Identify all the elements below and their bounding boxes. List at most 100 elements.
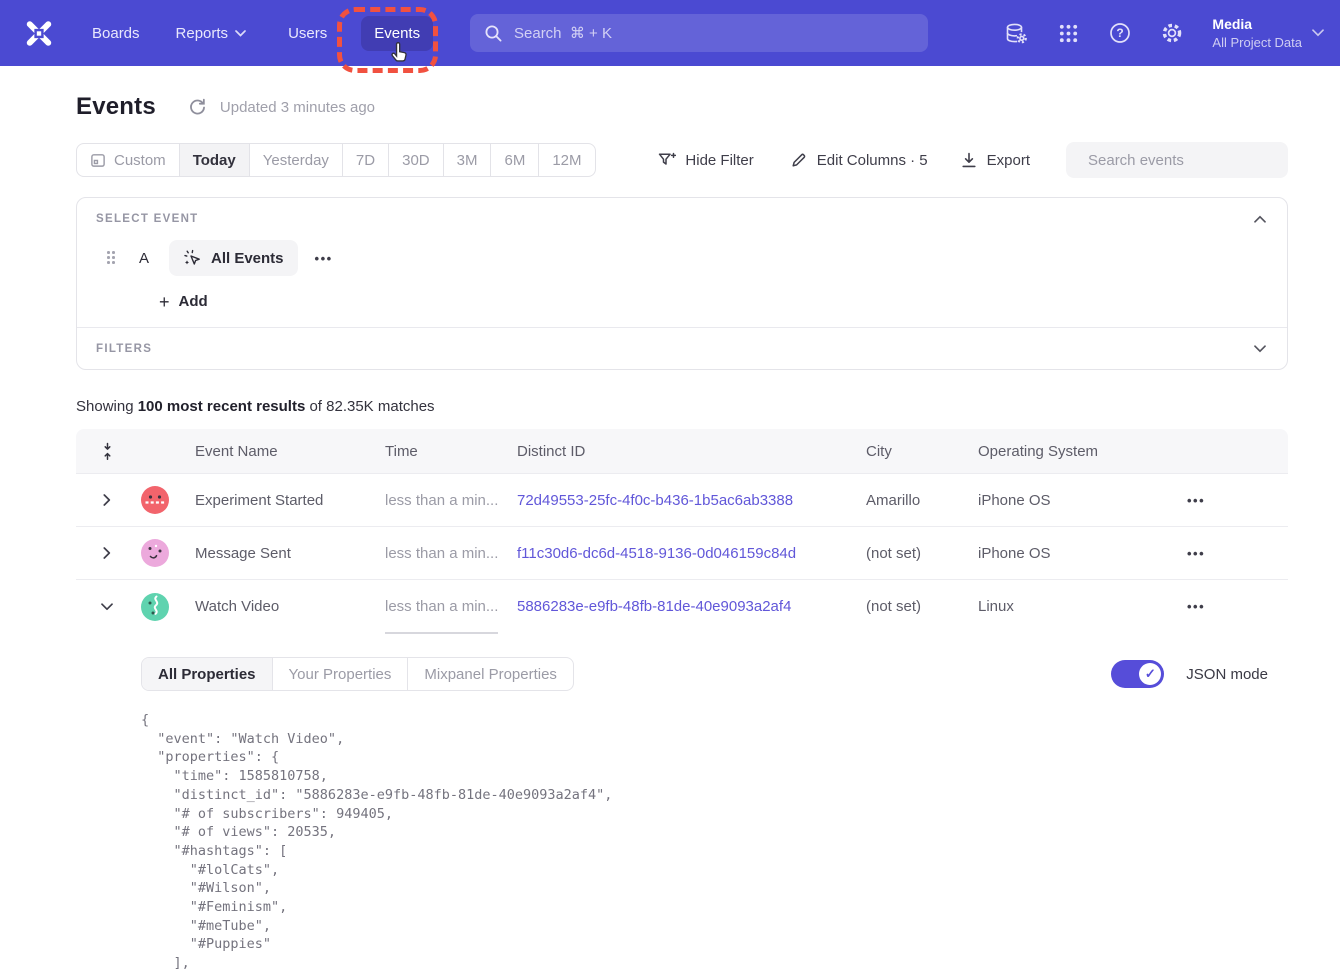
- event-avatar: [141, 486, 169, 514]
- cell-city: Amarillo: [866, 492, 978, 509]
- tab-mixpanel-properties[interactable]: Mixpanel Properties: [408, 658, 573, 690]
- cell-event-name: Message Sent: [183, 545, 385, 562]
- mixpanel-logo-icon[interactable]: [22, 18, 56, 48]
- date-range-custom[interactable]: Custom: [77, 144, 180, 176]
- add-event-button[interactable]: + Add: [159, 293, 208, 310]
- edit-columns-button[interactable]: Edit Columns · 5: [790, 151, 928, 169]
- chevron-down-icon: [235, 30, 246, 37]
- page-title: Events: [76, 93, 156, 121]
- date-range-yesterday[interactable]: Yesterday: [250, 144, 343, 176]
- date-range-30d[interactable]: 30D: [389, 144, 444, 176]
- last-updated-text: Updated 3 minutes ago: [220, 99, 375, 116]
- expand-filters-button[interactable]: [1254, 345, 1266, 353]
- cell-city: (not set): [866, 598, 978, 615]
- settings-gear-icon[interactable]: [1160, 21, 1184, 45]
- project-name: Media: [1212, 15, 1302, 34]
- add-label: Add: [179, 293, 208, 310]
- filter-funnel-icon: [657, 151, 676, 169]
- project-selector[interactable]: Media All Project Data: [1212, 15, 1324, 51]
- expand-row-button[interactable]: [103, 547, 111, 559]
- data-management-icon[interactable]: [1004, 21, 1028, 45]
- results-summary: Showing 100 most recent results of 82.35…: [76, 398, 1288, 415]
- cell-time: less than a min...: [385, 545, 517, 562]
- export-label: Export: [987, 152, 1030, 169]
- date-range-12m[interactable]: 12M: [539, 144, 594, 176]
- event-options-button[interactable]: •••: [315, 251, 333, 266]
- cell-distinct-id-link[interactable]: 72d49553-25fc-4f0c-b436-1b5ac6ab3388: [517, 492, 866, 509]
- table-row: Experiment Started less than a min... 72…: [76, 474, 1288, 527]
- tab-your-properties[interactable]: Your Properties: [273, 658, 409, 690]
- cell-os: Linux: [978, 598, 1185, 615]
- tab-all-properties[interactable]: All Properties: [142, 658, 273, 690]
- column-header-os[interactable]: Operating System: [978, 443, 1185, 460]
- global-search-input[interactable]: [514, 25, 914, 42]
- svg-text:?: ?: [1117, 26, 1124, 40]
- date-range-today[interactable]: Today: [180, 144, 250, 176]
- properties-tabs: All Properties Your Properties Mixpanel …: [141, 657, 574, 691]
- nav-item-users[interactable]: Users: [288, 25, 327, 42]
- column-resize-indicator: [385, 632, 498, 634]
- top-nav: Boards Reports Users Events: [0, 0, 1340, 66]
- date-range-label: Custom: [114, 152, 166, 169]
- event-selector-button[interactable]: All Events: [169, 240, 298, 276]
- date-range-control: Custom Today Yesterday 7D 30D 3M 6M 12M: [76, 143, 596, 177]
- nav-item-boards[interactable]: Boards: [92, 25, 140, 42]
- nav-item-reports-label: Reports: [176, 25, 229, 42]
- events-table: Event Name Time Distinct ID City Operati…: [76, 429, 1288, 973]
- nav-item-reports[interactable]: Reports: [176, 25, 247, 42]
- cell-time: less than a min...: [385, 492, 517, 509]
- events-search: [1066, 142, 1288, 178]
- cell-os: iPhone OS: [978, 492, 1185, 509]
- date-range-6m[interactable]: 6M: [491, 144, 539, 176]
- row-menu-button[interactable]: •••: [1185, 546, 1288, 561]
- refresh-button[interactable]: [188, 98, 207, 117]
- summary-highlight: 100 most recent results: [138, 398, 306, 415]
- calendar-icon: [90, 152, 106, 168]
- date-range-3m[interactable]: 3M: [444, 144, 492, 176]
- expand-row-button[interactable]: [103, 494, 111, 506]
- row-menu-button[interactable]: •••: [1185, 493, 1288, 508]
- summary-suffix: of 82.35K matches: [305, 398, 434, 415]
- row-menu-button[interactable]: •••: [1185, 599, 1288, 614]
- cell-os: iPhone OS: [978, 545, 1185, 562]
- plus-icon: +: [159, 294, 170, 310]
- cell-distinct-id-link[interactable]: f11c30d6-dc6d-4518-9136-0d046159c84d: [517, 545, 866, 562]
- wand-cursor-icon: [183, 249, 202, 268]
- sort-rows-icon[interactable]: [101, 442, 114, 461]
- export-button[interactable]: Export: [960, 151, 1030, 169]
- column-header-city[interactable]: City: [866, 443, 978, 460]
- event-avatar: [141, 539, 169, 567]
- event-selector-label: All Events: [211, 250, 284, 267]
- collapse-section-button[interactable]: [1254, 215, 1266, 223]
- column-header-distinct-id[interactable]: Distinct ID: [517, 443, 866, 460]
- hide-filter-button[interactable]: Hide Filter: [657, 151, 753, 169]
- help-icon[interactable]: ?: [1108, 21, 1132, 45]
- cell-event-name: Experiment Started: [183, 492, 385, 509]
- filters-label: FILTERS: [96, 343, 152, 355]
- column-header-time[interactable]: Time: [385, 443, 517, 460]
- search-icon: [484, 24, 503, 43]
- cell-distinct-id-link[interactable]: 5886283e-e9fb-48fb-81de-40e9093a2af4: [517, 598, 866, 615]
- date-range-7d[interactable]: 7D: [343, 144, 389, 176]
- nav-right-group: ? Media All Project Data: [1004, 0, 1324, 66]
- nav-item-events[interactable]: Events: [361, 16, 433, 51]
- column-header-event-name[interactable]: Event Name: [183, 443, 385, 460]
- drag-handle[interactable]: [107, 251, 116, 265]
- table-row-expanded: Watch Video less than a min... 5886283e-…: [76, 580, 1288, 633]
- collapse-row-button[interactable]: [101, 603, 113, 611]
- main-content: Events Updated 3 minutes ago Custom Toda…: [76, 93, 1288, 973]
- event-avatar: [141, 593, 169, 621]
- cell-time: less than a min...: [385, 598, 517, 615]
- apps-grid-icon[interactable]: [1056, 21, 1080, 45]
- toggle-check-icon: ✓: [1139, 663, 1161, 685]
- table-row: Message Sent less than a min... f11c30d6…: [76, 527, 1288, 580]
- export-download-icon: [960, 151, 978, 169]
- query-builder-card: SELECT EVENT A All Events: [76, 197, 1288, 370]
- step-letter: A: [139, 250, 151, 267]
- project-scope: All Project Data: [1212, 34, 1302, 51]
- summary-prefix: Showing: [76, 398, 138, 415]
- hide-filter-label: Hide Filter: [685, 152, 753, 169]
- json-mode-toggle[interactable]: ✓: [1111, 660, 1164, 688]
- event-json-payload: { "event": "Watch Video", "properties": …: [141, 711, 1268, 973]
- events-search-input[interactable]: [1088, 152, 1287, 169]
